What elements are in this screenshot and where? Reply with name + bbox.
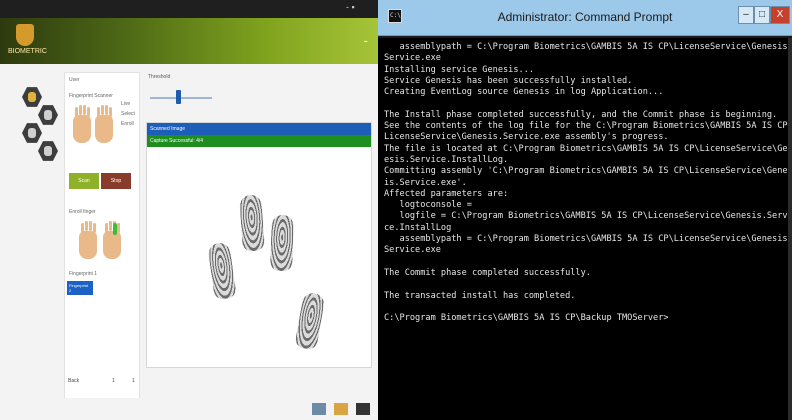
- cmd-output-line: [384, 257, 786, 268]
- cmd-output-line: [384, 98, 786, 109]
- page-total: 1: [132, 378, 135, 384]
- right-hand-icon: [95, 107, 113, 143]
- cmd-titlebar[interactable]: Administrator: Command Prompt – □ X: [378, 0, 792, 36]
- cmd-output-line: [384, 302, 786, 313]
- cmd-console[interactable]: assemblypath = C:\Program Biometrics\GAM…: [378, 38, 792, 420]
- cmd-output-line: esis.Service.InstallLog.: [384, 154, 509, 165]
- left-hand-icon: [73, 107, 91, 143]
- user-panel: User Fingerprint Scanner Live Select Enr…: [64, 72, 140, 410]
- fingerprint-section-label: Fingerprint Scanner: [69, 93, 113, 99]
- cmd-output-line: Service.exe: [384, 53, 441, 64]
- list-item[interactable]: Fingerprint 1: [69, 271, 97, 277]
- scan-header: Scanned Image: [147, 123, 371, 135]
- cmd-output-line: Installing service Genesis...: [384, 64, 535, 75]
- cmd-output-line: Affected parameters are:: [384, 188, 509, 199]
- cmd-output-line: is.Service.exe'.: [384, 177, 467, 188]
- scan-button[interactable]: Scan: [69, 173, 99, 189]
- taskbar-app-icon[interactable]: [312, 403, 326, 415]
- hex-finger-icon[interactable]: [38, 105, 58, 125]
- cmd-title: Administrator: Command Prompt: [497, 10, 673, 24]
- logo-text: BIOMETRIC: [8, 48, 47, 55]
- app-titlebar: - ▪: [0, 0, 378, 18]
- hex-user-icon[interactable]: [22, 87, 42, 107]
- back-button[interactable]: Back: [68, 378, 79, 384]
- cmd-output-line: The Install phase completed successfully…: [384, 109, 778, 120]
- cmd-output-line: Service Genesis has been successfully in…: [384, 75, 633, 86]
- app-logo-icon: BIOMETRIC: [8, 24, 47, 58]
- cmd-output-line: assemblypath = C:\Program Biometrics\GAM…: [384, 42, 792, 52]
- cmd-output-line: Committing assembly 'C:\Program Biometri…: [384, 166, 792, 177]
- enroll-right-hand-icon: [103, 223, 121, 259]
- cmd-output-line: The file is located at C:\Program Biomet…: [384, 143, 792, 154]
- hex-report-icon[interactable]: [38, 141, 58, 161]
- cmd-output-line: LicenseService\Genesis.Service.exe assem…: [384, 132, 669, 143]
- maximize-button[interactable]: □: [754, 6, 770, 24]
- enroll-heading: Enroll finger: [69, 209, 96, 215]
- fingerprint-image-1: [207, 241, 237, 301]
- fingerprint-image-2: [239, 194, 265, 252]
- command-prompt-window: Administrator: Command Prompt – □ X asse…: [378, 0, 792, 420]
- scan-area: Scanned Image Capture Successful: 4/4: [146, 122, 372, 368]
- fingerprint-image-3: [270, 214, 294, 272]
- slider-thumb[interactable]: [175, 90, 181, 104]
- cmd-output-line: Service.exe: [384, 245, 441, 256]
- cmd-output-line: [384, 279, 786, 290]
- fingerprint-image-4: [294, 291, 326, 351]
- panel-heading: User: [69, 77, 80, 83]
- cmd-output-line: assemblypath = C:\Program Biometrics\GAM…: [384, 234, 792, 245]
- cmd-output-line: C:\Program Biometrics\GAMBIS 5A IS CP\Ba…: [384, 313, 669, 324]
- taskbar: [0, 398, 378, 420]
- cmd-output-line: logtoconsole =: [384, 200, 472, 211]
- cmd-scrollbar[interactable]: [788, 38, 792, 420]
- bottom-bar: Back 1 1: [64, 372, 140, 388]
- scan-status-bar: Capture Successful: 4/4: [147, 135, 371, 147]
- cmd-output: assemblypath = C:\Program Biometrics\GAM…: [384, 42, 792, 324]
- cmd-output-line: The transacted install has completed.: [384, 290, 576, 301]
- list-item-selected[interactable]: Fingerprint 2: [67, 281, 93, 295]
- minimize-button[interactable]: –: [738, 6, 754, 24]
- cmd-output-line: ce.InstallLog: [384, 222, 452, 233]
- page-indicator: 1: [112, 378, 115, 384]
- close-button[interactable]: X: [770, 6, 790, 24]
- stop-button[interactable]: Stop: [101, 173, 131, 189]
- option-live[interactable]: Live: [121, 101, 130, 107]
- cmd-output-line: logfile = C:\Program Biometrics\GAMBIS 5…: [384, 211, 792, 222]
- option-enroll[interactable]: Enroll: [121, 121, 134, 127]
- biometric-app-window: - ▪ BIOMETRIC - User Fingerprint Scanner…: [0, 0, 378, 420]
- threshold-label: Threshold: [148, 74, 171, 80]
- selected-finger-icon[interactable]: [113, 223, 117, 235]
- cmd-output-line: See the contents of the log file for the…: [384, 121, 792, 132]
- enroll-left-hand-icon: [79, 223, 97, 259]
- option-select[interactable]: Select: [121, 111, 135, 117]
- cmd-output-line: Creating EventLog source Genesis in log …: [384, 87, 664, 98]
- app-header: BIOMETRIC -: [0, 18, 378, 64]
- header-menu-icon[interactable]: -: [363, 32, 368, 48]
- taskbar-cmd-icon[interactable]: [356, 403, 370, 415]
- hex-settings-icon[interactable]: [22, 123, 42, 143]
- taskbar-folder-icon[interactable]: [334, 403, 348, 415]
- cmd-output-line: The Commit phase completed successfully.: [384, 267, 591, 278]
- window-controls[interactable]: - ▪: [346, 2, 355, 12]
- threshold-slider[interactable]: [150, 97, 212, 99]
